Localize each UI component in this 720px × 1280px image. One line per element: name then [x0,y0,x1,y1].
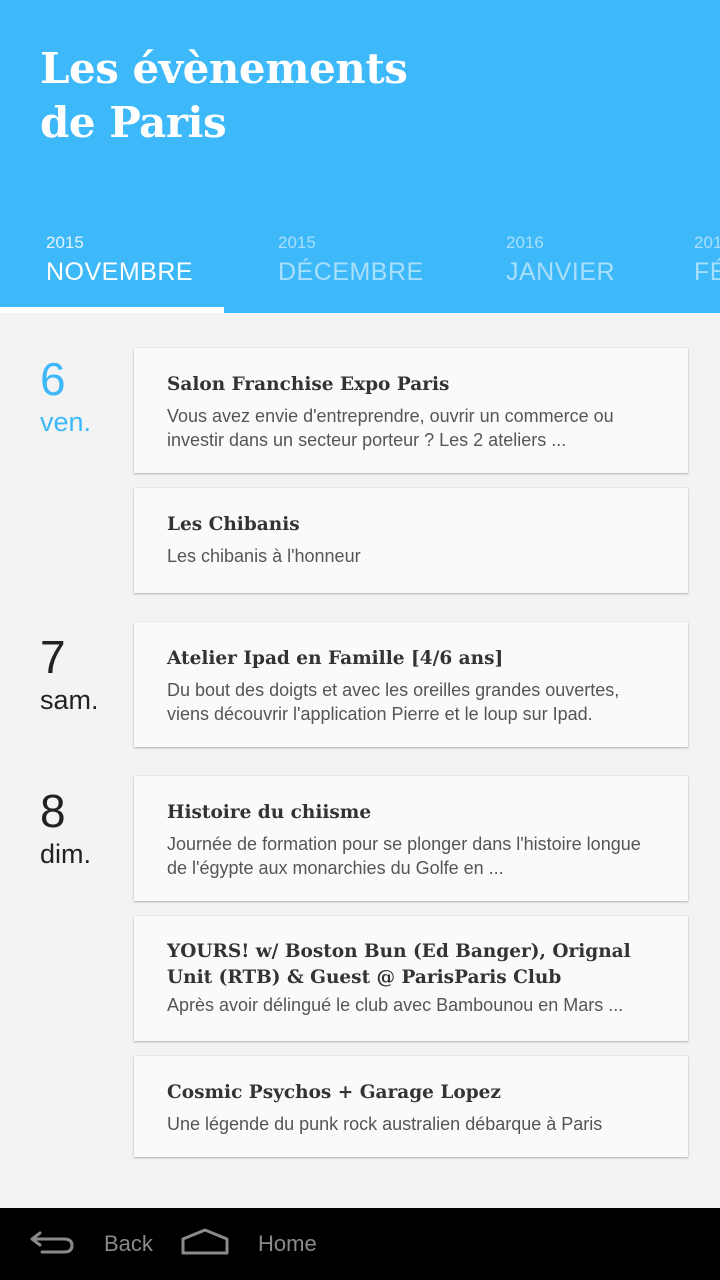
event-title: Atelier Ipad en Famille [4/6 ans] [167,648,504,669]
day-of-week: dim. [40,839,92,869]
tab-month: JANVIER [506,258,616,286]
day-label-8: 8 dim. [40,785,130,871]
day-of-week: ven. [40,407,92,437]
event-card[interactable]: YOURS! w/ Boston Bun (Ed Banger), Origna… [134,916,688,1041]
tab-year: 2015 [46,233,84,252]
event-title: Salon Franchise Expo Paris [167,374,450,395]
event-card[interactable]: Atelier Ipad en Famille [4/6 ans] Du bou… [134,622,688,747]
page-title: Les évènements de Paris [40,42,408,150]
event-title: Histoire du chiisme [167,802,372,823]
home-icon [180,1227,230,1262]
back-label: Back [104,1231,153,1256]
event-card[interactable]: Les Chibanis Les chibanis à l'honneur [134,488,688,593]
back-arrow-icon [28,1227,76,1262]
tab-month: NOVEMBRE [46,258,194,286]
page-title-line2: de Paris [40,98,227,147]
event-description: Vous avez envie d'entreprendre, ouvrir u… [167,406,614,450]
tab-year: 2015 [278,233,316,252]
tab-month: DÉCEMBRE [278,258,424,286]
event-title: YOURS! w/ Boston Bun (Ed Banger), Origna… [167,941,631,988]
page-title-line1: Les évènements [40,44,408,93]
home-label: Home [258,1231,317,1256]
event-description: Journée de formation pour se plonger dan… [167,834,641,878]
event-description: Du bout des doigts et avec les oreilles … [167,680,620,724]
day-label-6: 6 ven. [40,353,130,439]
day-number: 8 [40,785,66,837]
event-card[interactable]: Cosmic Psychos + Garage Lopez Une légend… [134,1056,688,1157]
tab-year: 2016 [694,233,720,252]
tab-month: FÉVRIER [694,258,720,286]
event-title: Cosmic Psychos + Garage Lopez [167,1082,501,1103]
day-number: 6 [40,353,66,405]
active-tab-indicator [0,307,224,313]
event-description: Les chibanis à l'honneur [167,546,361,566]
day-label-7: 7 sam. [40,631,130,717]
event-description: Une légende du punk rock australien déba… [167,1114,603,1134]
app-header: Les évènements de Paris 2015 NOVEMBRE 20… [0,0,720,313]
event-card[interactable]: Salon Franchise Expo Paris Vous avez env… [134,348,688,473]
day-number: 7 [40,631,66,683]
day-of-week: sam. [40,685,99,715]
month-tabs: 2015 NOVEMBRE 2015 DÉCEMBRE 2016 JANVIER… [0,228,720,313]
event-title: Les Chibanis [167,514,300,535]
event-description: Après avoir délingué le club avec Bambou… [167,995,624,1015]
system-nav-bar: Back Home [0,1208,720,1280]
event-card[interactable]: Histoire du chiisme Journée de formation… [134,776,688,901]
tab-year: 2016 [506,233,544,252]
back-button[interactable]: Back [28,1208,153,1280]
home-button[interactable]: Home [180,1208,317,1280]
